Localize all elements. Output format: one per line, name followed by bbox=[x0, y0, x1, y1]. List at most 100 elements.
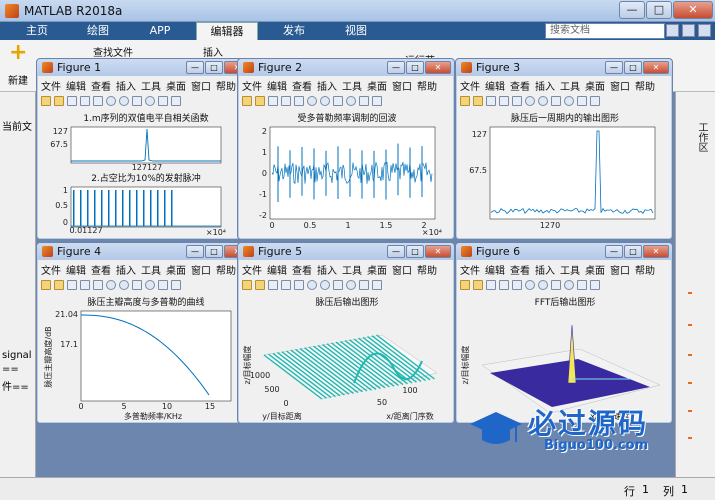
pointer-icon[interactable] bbox=[93, 280, 103, 290]
zoom-in-icon[interactable] bbox=[525, 280, 535, 290]
zoom-out-icon[interactable] bbox=[538, 280, 548, 290]
save-icon[interactable] bbox=[67, 96, 77, 106]
pan-icon[interactable] bbox=[132, 96, 142, 106]
menu-item[interactable]: 插入 bbox=[116, 266, 136, 276]
data-cursor-icon[interactable] bbox=[359, 280, 369, 290]
close-button[interactable]: ✕ bbox=[425, 245, 451, 258]
menu-item[interactable]: 桌面 bbox=[367, 82, 387, 92]
close-button[interactable]: ✕ bbox=[673, 1, 713, 19]
data-cursor-icon[interactable] bbox=[158, 96, 168, 106]
search-docs-input[interactable]: 搜索文档 bbox=[545, 23, 665, 39]
maximize-button[interactable]: □ bbox=[406, 245, 424, 258]
zoom-in-icon[interactable] bbox=[106, 280, 116, 290]
menu-item[interactable]: 查看 bbox=[292, 82, 312, 92]
menu-item[interactable]: 桌面 bbox=[166, 266, 186, 276]
find-file-label[interactable]: 查找文件 bbox=[93, 44, 133, 59]
menu-item[interactable]: 工具 bbox=[560, 266, 580, 276]
minimize-button[interactable]: — bbox=[186, 245, 204, 258]
pointer-icon[interactable] bbox=[294, 96, 304, 106]
data-cursor-icon[interactable] bbox=[577, 280, 587, 290]
print-icon[interactable] bbox=[281, 96, 291, 106]
new-figure-icon[interactable] bbox=[242, 96, 252, 106]
brush-icon[interactable] bbox=[171, 96, 181, 106]
minimize-button[interactable]: — bbox=[605, 245, 623, 258]
save-icon[interactable] bbox=[268, 96, 278, 106]
tab-plots[interactable]: 绘图 bbox=[72, 22, 124, 40]
brush-icon[interactable] bbox=[590, 96, 600, 106]
menu-item[interactable]: 插入 bbox=[317, 82, 337, 92]
open-file-icon[interactable] bbox=[255, 96, 265, 106]
open-file-icon[interactable] bbox=[473, 96, 483, 106]
data-cursor-icon[interactable] bbox=[158, 280, 168, 290]
menu-item[interactable]: 帮助 bbox=[635, 266, 655, 276]
minimize-button[interactable]: — bbox=[387, 61, 405, 74]
menu-item[interactable]: 工具 bbox=[342, 266, 362, 276]
new-figure-icon[interactable] bbox=[460, 96, 470, 106]
search-icon[interactable] bbox=[666, 24, 679, 37]
minimize-button[interactable]: — bbox=[619, 1, 645, 19]
zoom-in-icon[interactable] bbox=[525, 96, 535, 106]
menu-item[interactable]: 桌面 bbox=[585, 82, 605, 92]
menu-item[interactable]: 文件 bbox=[460, 266, 480, 276]
menu-item[interactable]: 帮助 bbox=[417, 266, 437, 276]
print-icon[interactable] bbox=[281, 280, 291, 290]
save-icon[interactable] bbox=[67, 280, 77, 290]
menu-item[interactable]: 帮助 bbox=[216, 82, 236, 92]
zoom-out-icon[interactable] bbox=[320, 280, 330, 290]
brush-icon[interactable] bbox=[372, 96, 382, 106]
minimize-button[interactable]: — bbox=[186, 61, 204, 74]
print-icon[interactable] bbox=[499, 280, 509, 290]
save-icon[interactable] bbox=[486, 96, 496, 106]
rotate-icon[interactable] bbox=[145, 280, 155, 290]
menu-item[interactable]: 帮助 bbox=[216, 266, 236, 276]
pointer-icon[interactable] bbox=[512, 280, 522, 290]
maximize-button[interactable]: □ bbox=[646, 1, 672, 19]
rotate-icon[interactable] bbox=[145, 96, 155, 106]
tab-editor[interactable]: 编辑器 bbox=[196, 22, 258, 40]
new-button[interactable]: + 新建 bbox=[6, 42, 30, 88]
pan-icon[interactable] bbox=[333, 96, 343, 106]
maximize-button[interactable]: □ bbox=[205, 61, 223, 74]
menu-item[interactable]: 窗口 bbox=[610, 266, 630, 276]
print-icon[interactable] bbox=[499, 96, 509, 106]
pan-icon[interactable] bbox=[132, 280, 142, 290]
new-figure-icon[interactable] bbox=[41, 280, 51, 290]
print-icon[interactable] bbox=[80, 96, 90, 106]
menu-item[interactable]: 工具 bbox=[560, 82, 580, 92]
pointer-icon[interactable] bbox=[93, 96, 103, 106]
brush-icon[interactable] bbox=[372, 280, 382, 290]
pan-icon[interactable] bbox=[333, 280, 343, 290]
menu-item[interactable]: 插入 bbox=[535, 266, 555, 276]
figure-window-3[interactable]: Figure 3 — □ ✕ 文件 编辑 查看 插入 工具 桌面 窗口 帮助 脉压后一周期内的… bbox=[455, 58, 673, 240]
open-file-icon[interactable] bbox=[54, 280, 64, 290]
tab-view[interactable]: 视图 bbox=[330, 22, 382, 40]
tab-home[interactable]: 主页 bbox=[12, 22, 62, 40]
minimize-button[interactable]: — bbox=[605, 61, 623, 74]
menu-item[interactable]: 编辑 bbox=[485, 266, 505, 276]
figure-window-4[interactable]: Figure 4 — □ ✕ 文件编辑查看插入工具桌面窗口帮助 脉压主瓣高度与多… bbox=[36, 242, 254, 424]
menu-item[interactable]: 文件 bbox=[242, 82, 262, 92]
zoom-out-icon[interactable] bbox=[320, 96, 330, 106]
new-figure-icon[interactable] bbox=[41, 96, 51, 106]
menu-item[interactable]: 工具 bbox=[141, 82, 161, 92]
open-file-icon[interactable] bbox=[255, 280, 265, 290]
open-file-icon[interactable] bbox=[473, 280, 483, 290]
brush-icon[interactable] bbox=[590, 280, 600, 290]
print-icon[interactable] bbox=[80, 280, 90, 290]
menu-item[interactable]: 编辑 bbox=[66, 266, 86, 276]
zoom-out-icon[interactable] bbox=[119, 96, 129, 106]
rotate-icon[interactable] bbox=[346, 280, 356, 290]
rotate-icon[interactable] bbox=[564, 96, 574, 106]
tab-apps[interactable]: APP bbox=[134, 22, 186, 40]
menu-item[interactable]: 查看 bbox=[91, 266, 111, 276]
menu-item[interactable]: 工具 bbox=[342, 82, 362, 92]
brush-icon[interactable] bbox=[171, 280, 181, 290]
new-figure-icon[interactable] bbox=[242, 280, 252, 290]
menu-item[interactable]: 工具 bbox=[141, 266, 161, 276]
figure-window-2[interactable]: Figure 2 — □ ✕ 文件 编辑 查看 插入 工具 桌面 窗口 帮助 受多普勒频率调制… bbox=[237, 58, 455, 240]
figure-window-5[interactable]: Figure 5 — □ ✕ 文件 编辑 查看 插入 工具 桌面 窗口 帮助 脉压后输出图形 z… bbox=[237, 242, 455, 424]
pointer-icon[interactable] bbox=[512, 96, 522, 106]
data-cursor-icon[interactable] bbox=[359, 96, 369, 106]
close-button[interactable]: ✕ bbox=[425, 61, 451, 74]
help-icon[interactable] bbox=[698, 24, 711, 37]
